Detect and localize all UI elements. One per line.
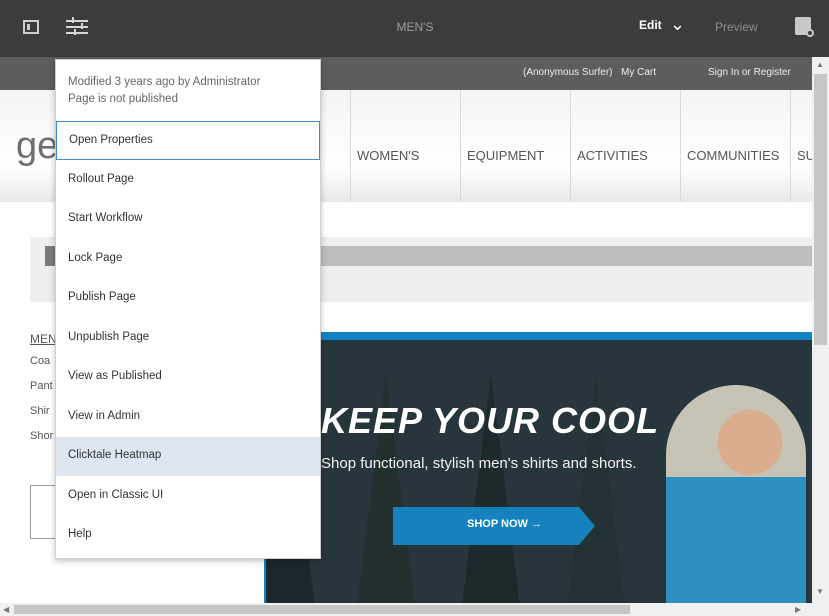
menu-item-label: Open in Classic UI — [68, 488, 164, 501]
scroll-left-icon[interactable]: ◀ — [3, 605, 9, 614]
nav-su[interactable]: SU — [790, 90, 812, 202]
menu-item-unpublish-page[interactable]: Unpublish Page — [56, 319, 320, 358]
nav-womens[interactable]: WOMEN'S — [350, 90, 461, 202]
my-cart-link[interactable]: My Cart — [621, 67, 656, 78]
nav-communities[interactable]: COMMUNITIES — [680, 90, 791, 202]
nav-equipment[interactable]: EQUIPMENT — [460, 90, 571, 202]
anonymous-surfer-link[interactable]: (Anonymous Surfer) — [523, 67, 612, 78]
page-properties-menu: Modified 3 years ago by Administrator Pa… — [55, 59, 321, 559]
sidebar-link-pants[interactable]: Pant — [30, 380, 53, 392]
page-title: MEN'S — [396, 20, 434, 34]
annotations-icon[interactable] — [795, 17, 814, 37]
menu-item-publish-page[interactable]: Publish Page — [56, 279, 320, 318]
sidebar-link-coats[interactable]: Coa — [30, 355, 50, 367]
sidebar-title[interactable]: MEN — [30, 332, 57, 346]
page-properties-icon[interactable] — [66, 17, 88, 37]
menu-item-label: Open Properties — [69, 134, 153, 146]
menu-item-label: Unpublish Page — [68, 330, 150, 343]
menu-item-rollout-page[interactable]: Rollout Page — [56, 161, 320, 200]
nav-label: EQUIPMENT — [467, 148, 545, 163]
editor-toolbar: MEN'S Edit ⌄ Preview — [0, 0, 829, 57]
edit-mode-button[interactable]: Edit — [639, 18, 662, 32]
menu-item-open-in-classic-ui[interactable]: Open in Classic UI — [56, 477, 320, 516]
sign-in-link[interactable]: Sign In or Register — [708, 67, 791, 78]
menu-item-view-in-admin[interactable]: View in Admin — [56, 398, 320, 437]
menu-item-label: View in Admin — [68, 409, 141, 422]
menu-item-label: Clicktale Heatmap — [68, 449, 162, 461]
menu-item-label: View as Published — [68, 370, 162, 382]
scroll-down-icon[interactable]: ▼ — [816, 587, 824, 596]
scroll-up-icon[interactable]: ▲ — [816, 60, 824, 69]
menu-item-label: Rollout Page — [68, 172, 134, 185]
nav-label: ACTIVITIES — [577, 148, 648, 163]
menu-item-open-properties[interactable]: Open Properties — [56, 121, 320, 160]
preview-button[interactable]: Preview — [715, 20, 758, 34]
nav-label: COMMUNITIES — [687, 148, 780, 163]
menu-item-label: Help — [68, 528, 92, 540]
nav-label: WOMEN'S — [357, 148, 420, 163]
menu-item-label: Lock Page — [68, 251, 123, 264]
hero-title: KEEP YOUR COOL — [321, 400, 660, 441]
sidebar-link-shorts[interactable]: Shor — [30, 430, 53, 442]
shop-now-button[interactable]: SHOP NOW → — [393, 507, 595, 545]
page-sidebar-icon[interactable] — [23, 20, 39, 34]
menu-item-view-as-published[interactable]: View as Published — [56, 358, 320, 397]
publish-status: Page is not published — [68, 93, 178, 105]
scroll-right-icon[interactable]: ▶ — [795, 605, 801, 614]
menu-item-help[interactable]: Help — [56, 516, 320, 555]
modified-info: Modified 3 years ago by Administrator — [68, 76, 261, 88]
model-photo — [666, 385, 806, 603]
sidebar-link-shirts[interactable]: Shir — [30, 405, 50, 417]
scroll-thumb[interactable] — [14, 605, 630, 614]
nav-activities[interactable]: ACTIVITIES — [570, 90, 681, 202]
menu-item-lock-page[interactable]: Lock Page — [56, 240, 320, 279]
nav-label: SU — [797, 148, 812, 163]
hero-subtitle: Shop functional, stylish men's shirts an… — [321, 455, 637, 472]
menu-item-start-workflow[interactable]: Start Workflow — [56, 200, 320, 239]
site-logo[interactable]: ge — [16, 125, 58, 168]
scroll-thumb[interactable] — [814, 74, 827, 345]
menu-item-clicktale-heatmap[interactable]: Clicktale Heatmap — [56, 437, 320, 476]
menu-item-label: Publish Page — [68, 291, 136, 303]
horizontal-scrollbar[interactable]: ◀ ▶ — [0, 603, 829, 616]
vertical-scrollbar[interactable]: ▲ ▼ — [812, 57, 829, 603]
shop-now-label: SHOP NOW → — [467, 518, 542, 530]
hero-banner[interactable]: KEEP YOUR COOL Shop functional, stylish … — [264, 332, 812, 603]
menu-item-label: Start Workflow — [68, 212, 143, 224]
page-meta: Modified 3 years ago by Administrator Pa… — [68, 74, 313, 108]
chevron-down-icon[interactable]: ⌄ — [670, 14, 685, 35]
